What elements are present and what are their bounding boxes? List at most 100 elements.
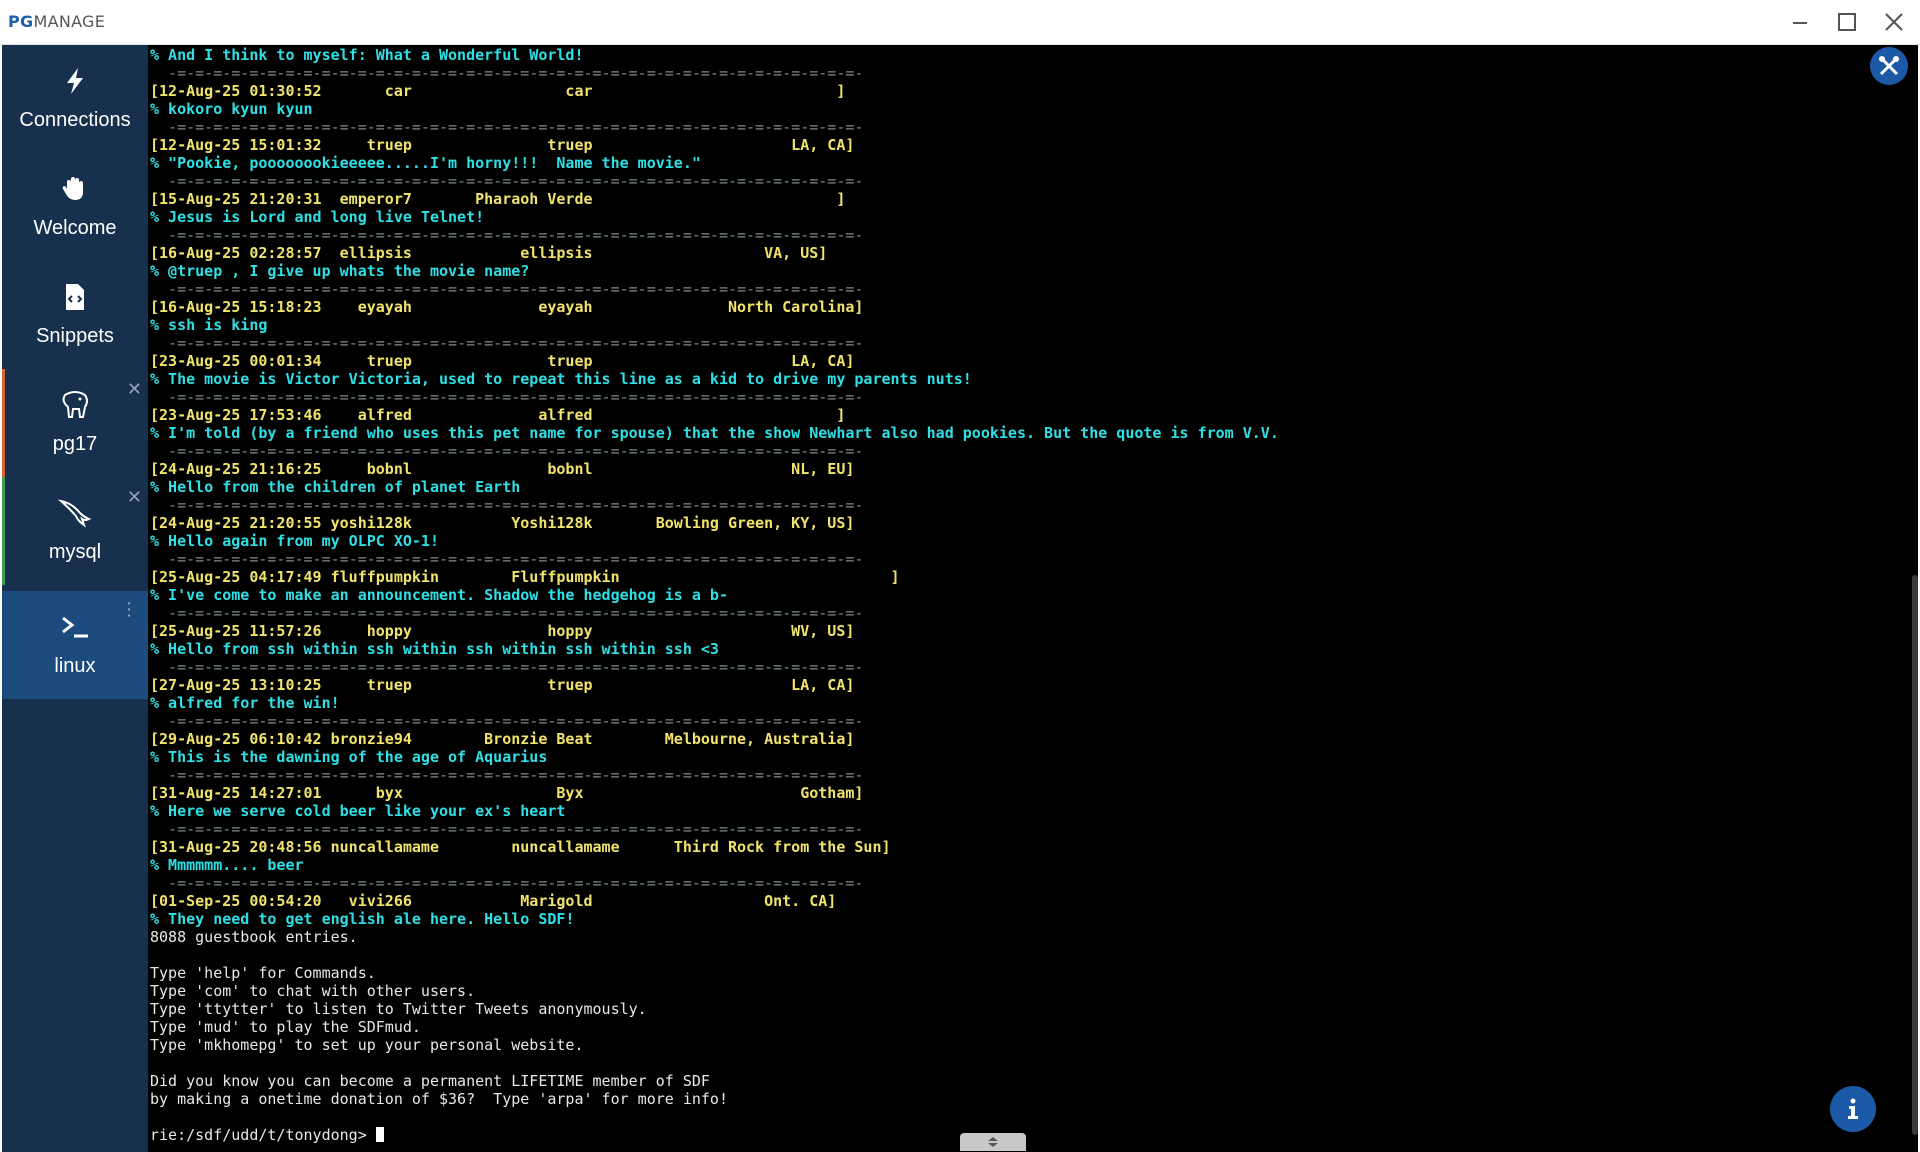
- terminal-line: [23-Aug-25 17:53:46 alfred alfred ]: [150, 406, 846, 424]
- sidebar-item-label: linux: [54, 655, 96, 677]
- terminal-output: % And I think to myself: What a Wonderfu…: [150, 46, 1279, 1144]
- terminal-line: Type 'help' for Commands.: [150, 964, 376, 982]
- terminal-line: [25-Aug-25 11:57:26 hoppy hoppy WV, US]: [150, 622, 855, 640]
- terminal-line: % kokoro kyun kyun: [150, 100, 313, 118]
- terminal-line: % @truep , I give up whats the movie nam…: [150, 262, 530, 280]
- tools-icon: [1879, 56, 1899, 76]
- terminal-line: -=-=-=-=-=-=-=-=-=-=-=-=-=-=-=-=-=-=-=-=…: [150, 280, 864, 298]
- app-logo: PGMANAGE: [8, 12, 106, 31]
- terminal-line: % "Pookie, poooooookieeeee.....I'm horny…: [150, 154, 701, 172]
- terminal-line: -=-=-=-=-=-=-=-=-=-=-=-=-=-=-=-=-=-=-=-=…: [150, 118, 864, 136]
- code-file-icon: [2, 281, 148, 313]
- terminal-line: Type 'mkhomepg' to set up your personal …: [150, 1036, 584, 1054]
- minimize-button[interactable]: [1780, 6, 1820, 38]
- terminal-line: 8088 guestbook entries.: [150, 928, 358, 946]
- terminal-pane[interactable]: % And I think to myself: What a Wonderfu…: [148, 45, 1918, 1152]
- terminal-line: -=-=-=-=-=-=-=-=-=-=-=-=-=-=-=-=-=-=-=-=…: [150, 874, 864, 892]
- terminal-line: -=-=-=-=-=-=-=-=-=-=-=-=-=-=-=-=-=-=-=-=…: [150, 388, 864, 406]
- terminal-line: -=-=-=-=-=-=-=-=-=-=-=-=-=-=-=-=-=-=-=-=…: [150, 658, 864, 676]
- terminal-line: [29-Aug-25 06:10:42 bronzie94 Bronzie Be…: [150, 730, 855, 748]
- info-icon: [1848, 1098, 1858, 1119]
- terminal-line: % This is the dawning of the age of Aqua…: [150, 748, 548, 766]
- sidebar-item-label: mysql: [48, 541, 102, 563]
- terminal-line: [31-Aug-25 20:48:56 nuncallamame nuncall…: [150, 838, 891, 856]
- terminal-line: Type 'ttytter' to listen to Twitter Twee…: [150, 1000, 647, 1018]
- terminal-line: [24-Aug-25 21:16:25 bobnl bobnl NL, EU]: [150, 460, 855, 478]
- terminal-line: % The movie is Victor Victoria, used to …: [150, 370, 972, 388]
- terminal-line: [16-Aug-25 02:28:57 ellipsis ellipsis VA…: [150, 244, 828, 262]
- close-icon: [1885, 13, 1903, 31]
- terminal-line: [31-Aug-25 14:27:01 byx Byx Gotham]: [150, 784, 864, 802]
- terminal-line: [24-Aug-25 21:20:55 yoshi128k Yoshi128k …: [150, 514, 855, 532]
- terminal-cursor: [375, 1127, 384, 1142]
- terminal-line: [23-Aug-25 00:01:34 truep truep LA, CA]: [150, 352, 855, 370]
- terminal-line: % Here we serve cold beer like your ex's…: [150, 802, 566, 820]
- terminal-prompt: rie:/sdf/udd/t/tonydong>: [150, 1126, 376, 1144]
- terminal-line: Type 'com' to chat with other users.: [150, 982, 476, 1000]
- sidebar-item-linux[interactable]: ⋮ linux: [2, 591, 148, 699]
- terminal-line: % alfred for the win!: [150, 694, 340, 712]
- terminal-line: % Jesus is Lord and long live Telnet!: [150, 208, 485, 226]
- info-button[interactable]: [1830, 1086, 1876, 1132]
- connection-color-stripe: [2, 477, 5, 585]
- title-bar: PGMANAGE: [0, 0, 1920, 45]
- terminal-line: [27-Aug-25 13:10:25 truep truep LA, CA]: [150, 676, 855, 694]
- terminal-scrollbar[interactable]: [1912, 575, 1918, 1135]
- terminal-line: -=-=-=-=-=-=-=-=-=-=-=-=-=-=-=-=-=-=-=-=…: [150, 496, 864, 514]
- panel-resize-handle[interactable]: [960, 1133, 1026, 1151]
- bolt-icon: [2, 65, 148, 97]
- wave-hand-icon: [2, 173, 148, 205]
- terminal-line: [15-Aug-25 21:20:31 emperor7 Pharaoh Ver…: [150, 190, 846, 208]
- terminal-line: Type 'mud' to play the SDFmud.: [150, 1018, 421, 1036]
- drag-handle-icon: [988, 1137, 998, 1147]
- terminal-line: -=-=-=-=-=-=-=-=-=-=-=-=-=-=-=-=-=-=-=-=…: [150, 604, 864, 622]
- terminal-line: % Mmmmmm.... beer: [150, 856, 304, 874]
- sidebar: Connections Welcome Snippets ✕ pg17 ✕ my…: [2, 45, 148, 1152]
- terminal-line: -=-=-=-=-=-=-=-=-=-=-=-=-=-=-=-=-=-=-=-=…: [150, 172, 864, 190]
- terminal-line: % They need to get english ale here. Hel…: [150, 910, 575, 928]
- terminal-line: % I'm told (by a friend who uses this pe…: [150, 424, 1279, 442]
- terminal-line: [16-Aug-25 15:18:23 eyayah eyayah North …: [150, 298, 864, 316]
- terminal-line: [25-Aug-25 04:17:49 fluffpumpkin Fluffpu…: [150, 568, 900, 586]
- terminal-line: [12-Aug-25 01:30:52 car car ]: [150, 82, 846, 100]
- tools-button[interactable]: [1870, 47, 1908, 85]
- terminal-line: % ssh is king: [150, 316, 268, 334]
- terminal-icon: [2, 611, 148, 643]
- terminal-line: % Hello from the children of planet Eart…: [150, 478, 521, 496]
- sidebar-item-label: Welcome: [33, 217, 117, 239]
- sidebar-item-welcome[interactable]: Welcome: [2, 153, 148, 261]
- terminal-line: % Hello from ssh within ssh within ssh w…: [150, 640, 719, 658]
- terminal-line: -=-=-=-=-=-=-=-=-=-=-=-=-=-=-=-=-=-=-=-=…: [150, 442, 864, 460]
- minimize-icon: [1793, 22, 1807, 24]
- terminal-prompt-line[interactable]: rie:/sdf/udd/t/tonydong>: [150, 1126, 1279, 1144]
- terminal-line: [01-Sep-25 00:54:20 vivi266 Marigold Ont…: [150, 892, 837, 910]
- terminal-line: by making a onetime donation of $36? Typ…: [150, 1090, 728, 1108]
- sidebar-item-label: pg17: [52, 433, 98, 455]
- terminal-line: -=-=-=-=-=-=-=-=-=-=-=-=-=-=-=-=-=-=-=-=…: [150, 766, 864, 784]
- terminal-line: -=-=-=-=-=-=-=-=-=-=-=-=-=-=-=-=-=-=-=-=…: [150, 64, 864, 82]
- sidebar-item-pg17[interactable]: ✕ pg17: [2, 369, 148, 477]
- sidebar-item-label: Snippets: [36, 325, 114, 347]
- terminal-line: % Hello again from my OLPC XO-1!: [150, 532, 439, 550]
- terminal-line: -=-=-=-=-=-=-=-=-=-=-=-=-=-=-=-=-=-=-=-=…: [150, 820, 864, 838]
- terminal-line: -=-=-=-=-=-=-=-=-=-=-=-=-=-=-=-=-=-=-=-=…: [150, 550, 864, 568]
- sidebar-item-snippets[interactable]: Snippets: [2, 261, 148, 369]
- postgres-elephant-icon: [2, 389, 148, 421]
- maximize-button[interactable]: [1827, 6, 1867, 38]
- terminal-line: % And I think to myself: What a Wonderfu…: [150, 46, 584, 64]
- sidebar-item-connections[interactable]: Connections: [2, 45, 148, 153]
- sidebar-item-mysql[interactable]: ✕ mysql: [2, 477, 148, 585]
- maximize-icon: [1838, 13, 1856, 31]
- mysql-dolphin-icon: [2, 497, 148, 529]
- terminal-line: -=-=-=-=-=-=-=-=-=-=-=-=-=-=-=-=-=-=-=-=…: [150, 334, 864, 352]
- terminal-line: -=-=-=-=-=-=-=-=-=-=-=-=-=-=-=-=-=-=-=-=…: [150, 712, 864, 730]
- terminal-line: % I've come to make an announcement. Sha…: [150, 586, 728, 604]
- terminal-line: -=-=-=-=-=-=-=-=-=-=-=-=-=-=-=-=-=-=-=-=…: [150, 226, 864, 244]
- close-window-button[interactable]: [1874, 6, 1914, 38]
- terminal-line: [12-Aug-25 15:01:32 truep truep LA, CA]: [150, 136, 855, 154]
- terminal-line: Did you know you can become a permanent …: [150, 1072, 710, 1090]
- sidebar-item-label: Connections: [19, 109, 131, 131]
